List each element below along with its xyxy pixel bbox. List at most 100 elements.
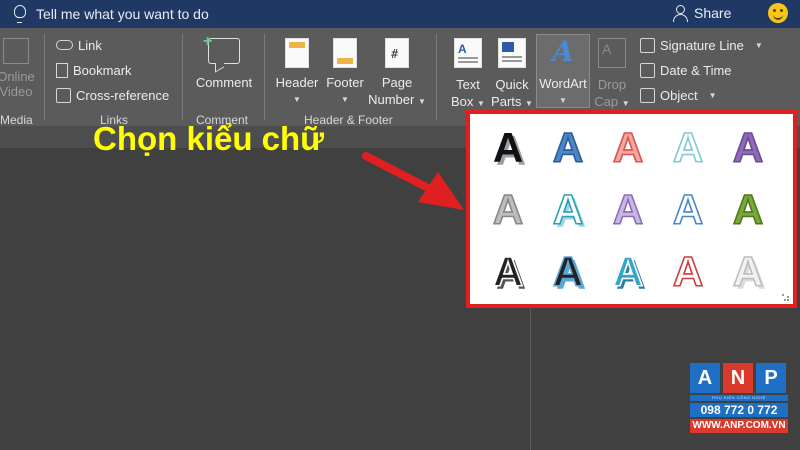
smiley-feedback-icon[interactable] [768,3,788,23]
wordart-letter-icon: AA [493,124,526,174]
bookmark-label: Bookmark [73,62,132,78]
wordart-letter-icon: A [672,123,704,172]
wordart-letter-icon: A [672,247,704,296]
cross-reference-icon [56,87,71,103]
tell-me-box[interactable]: Tell me what you want to do [12,5,209,23]
wordart-style-option[interactable]: A [598,116,658,176]
group-divider [44,34,45,120]
wordart-style-option[interactable]: A [658,240,718,300]
online-video-icon [3,38,29,64]
wordart-style-option[interactable]: A [718,116,778,176]
logo-letter: P [756,363,786,393]
svg-text:A: A [553,186,583,233]
drop-cap-icon [598,38,626,68]
wordart-style-option[interactable]: A [598,178,658,238]
object-icon [640,87,655,103]
wordart-letter-icon: AA [552,185,586,236]
lightbulb-icon [12,5,26,23]
wordart-icon: A [552,35,574,68]
page-number-icon: # [385,38,409,68]
link-icon [56,40,73,50]
wordart-style-option[interactable]: A [658,116,718,176]
drop-cap-label-1: Drop [597,77,627,92]
wordart-letter-icon: A [492,185,524,234]
comment-label: Comment [195,75,253,90]
footer-button[interactable]: Footer ▼ [320,38,370,108]
drop-cap-button[interactable]: Drop Cap ▼ [592,38,632,112]
quick-parts-label-1: Quick [495,77,529,92]
signature-line-dropdown-icon: ▼ [754,40,763,50]
wordart-letter-icon: AA [732,247,766,298]
wordart-button[interactable]: A WordArt ▼ [536,34,590,108]
online-video-button[interactable]: Online Video [0,38,36,100]
group-divider [182,34,183,120]
wordart-style-option[interactable]: AA [478,116,538,176]
wordart-label: WordArt [539,76,587,91]
wordart-style-option[interactable]: AA [598,240,658,300]
text-box-label-1: Text [456,77,480,92]
share-label: Share [694,5,732,21]
quick-parts-icon [498,38,526,68]
red-arrow-icon [362,152,464,210]
cross-reference-button[interactable]: Cross-reference [56,84,169,106]
new-comment-icon: + [203,33,240,64]
footer-icon [333,38,357,68]
wordart-style-option[interactable]: A [538,116,598,176]
wordart-letter-icon: A [732,185,764,234]
object-button[interactable]: Object ▼ [640,84,717,106]
comment-button[interactable]: + Comment [192,33,256,91]
page-number-button[interactable]: # Page Number ▼ [366,38,428,110]
page-number-label-1: Page [381,75,413,90]
logo-phone: 098 772 0 772 [690,403,788,417]
wordart-letter-icon: A [612,123,644,172]
header-dropdown-icon: ▼ [293,95,301,104]
wordart-style-option[interactable]: AA [478,240,538,300]
wordart-letter-icon: AA [552,247,586,298]
signature-line-button[interactable]: Signature Line ▼ [640,34,763,56]
quick-parts-button[interactable]: Quick Parts ▼ [490,38,534,112]
svg-text:A: A [613,248,643,295]
date-time-button[interactable]: Date & Time [640,59,732,81]
cross-reference-label: Cross-reference [76,87,170,103]
share-button[interactable]: Share [672,4,731,22]
footer-dropdown-icon: ▼ [341,95,349,104]
wordart-style-option[interactable]: AA [538,240,598,300]
logo-tagline: PHỤ KIỆN CÔNG NGHỆ [690,395,788,401]
wordart-letter-icon: AA [612,247,646,298]
wordart-style-option[interactable]: A [658,178,718,238]
logo-letter: N [723,363,753,393]
svg-text:A: A [733,186,763,233]
header-label: Header [275,75,319,90]
group-divider [436,34,437,120]
wordart-style-option[interactable]: A [718,178,778,238]
logo-letter: A [690,363,720,393]
logo-website: WWW.ANP.COM.VN [690,419,788,433]
svg-text:A: A [613,124,643,171]
wordart-letter-icon: A [732,123,764,172]
resize-grip-icon[interactable] [782,294,789,301]
tell-me-text[interactable]: Tell me what you want to do [36,6,209,22]
svg-text:A: A [613,186,643,233]
svg-text:A: A [673,248,703,295]
object-label: Object [660,87,698,103]
group-divider [264,34,265,120]
svg-text:A: A [553,124,583,171]
svg-text:A: A [673,124,703,171]
text-box-icon [454,38,482,68]
bookmark-button[interactable]: Bookmark [56,59,132,81]
signature-line-icon [640,37,655,53]
wordart-letter-icon: A [612,185,644,234]
link-button[interactable]: Link [56,34,102,56]
svg-text:A: A [733,124,763,171]
link-label: Link [78,37,102,53]
wordart-style-option[interactable]: A [478,178,538,238]
title-bar: Tell me what you want to do Share [0,0,800,28]
wordart-style-option[interactable]: AA [718,240,778,300]
wordart-style-gallery: AAAAAAAAAAAAAAAAAAAAA [466,110,797,308]
object-dropdown-icon: ▼ [708,90,717,100]
person-icon [672,4,688,22]
svg-text:A: A [493,186,523,233]
wordart-style-option[interactable]: AA [538,178,598,238]
header-button[interactable]: Header ▼ [272,38,322,108]
text-box-button[interactable]: Text Box ▼ [446,38,490,112]
